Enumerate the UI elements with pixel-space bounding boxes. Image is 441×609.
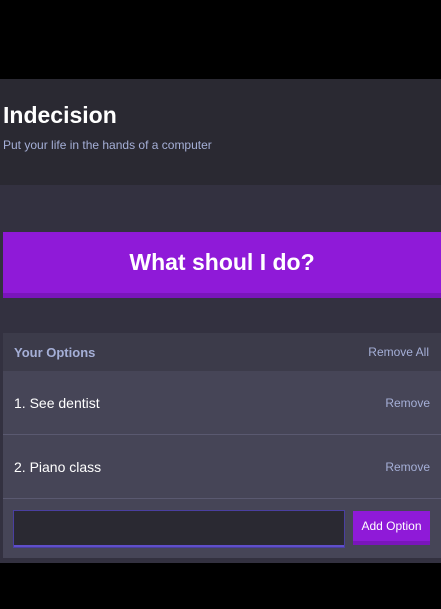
remove-option-button[interactable]: Remove	[385, 460, 430, 474]
options-header: Your Options Remove All	[3, 333, 441, 371]
options-widget: Your Options Remove All 1. See dentist R…	[3, 333, 441, 558]
remove-all-button[interactable]: Remove All	[368, 345, 429, 359]
add-option-form: Add Option	[3, 499, 441, 558]
option-item: 2. Piano class Remove	[3, 435, 441, 499]
remove-option-button[interactable]: Remove	[385, 396, 430, 410]
add-option-input[interactable]	[13, 510, 345, 548]
options-title: Your Options	[14, 345, 96, 360]
app-subtitle: Put your life in the hands of a computer	[3, 138, 212, 152]
what-should-i-do-button[interactable]: What shoul I do?	[3, 232, 441, 298]
app-title: Indecision	[3, 102, 117, 128]
app-header: Indecision Put your life in the hands of…	[0, 79, 441, 185]
add-option-button[interactable]: Add Option	[353, 511, 430, 545]
option-text: 1. See dentist	[14, 395, 100, 411]
option-text: 2. Piano class	[14, 459, 102, 475]
option-item: 1. See dentist Remove	[3, 371, 441, 435]
app-container: Indecision Put your life in the hands of…	[0, 79, 441, 563]
